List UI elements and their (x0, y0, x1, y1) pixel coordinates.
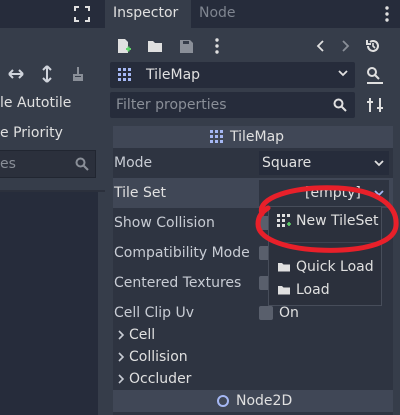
group-label: Collision (129, 349, 188, 365)
tile-set-value: [empty] (305, 185, 361, 201)
search-icon (333, 98, 347, 112)
object-selector-label: TileMap (146, 67, 201, 83)
open-folder-icon[interactable] (143, 32, 167, 60)
filter-properties-input[interactable] (110, 92, 330, 118)
property-name: Show Collision (114, 215, 215, 231)
section-title: TileMap (230, 129, 285, 145)
new-resource-icon[interactable] (111, 32, 135, 60)
maximize-icon[interactable] (72, 4, 92, 24)
eraser-icon[interactable] (68, 62, 88, 86)
tab-inspector[interactable]: Inspector (105, 0, 191, 28)
group-label: Cell (129, 327, 156, 343)
group-occluder[interactable]: Occluder (113, 368, 393, 390)
left-top-bar (0, 0, 105, 28)
chevron-down-icon (337, 62, 349, 88)
history-forward-icon[interactable] (333, 32, 357, 60)
menu-separator (277, 242, 375, 243)
object-selector[interactable]: TileMap (110, 62, 355, 88)
scene-editor-panel: le Autotile e Priority es (0, 0, 105, 415)
more-options-icon[interactable] (382, 4, 392, 24)
inspector-toolbar (105, 32, 400, 60)
section-title: Node2D (236, 393, 293, 409)
search-icon (75, 157, 89, 171)
tile-search-field[interactable]: es (0, 150, 96, 178)
mode-dropdown[interactable]: Square (259, 151, 389, 175)
tile-search-placeholder: es (0, 156, 16, 172)
autotile-option[interactable]: le Autotile (0, 89, 105, 117)
node2d-icon (217, 395, 229, 407)
tab-node[interactable]: Node (191, 0, 241, 28)
dock-tabbar: Inspector Node (105, 0, 400, 28)
tileset-resource-menu: New TileSet Quick Load Load (268, 206, 382, 306)
folder-icon (278, 286, 290, 295)
property-name: Tile Set (114, 185, 166, 201)
menu-item-load[interactable]: Load (269, 279, 381, 301)
group-collision[interactable]: Collision (113, 346, 393, 368)
group-label: Occluder (129, 371, 192, 387)
menu-item-new-tileset[interactable]: New TileSet (269, 210, 381, 232)
property-name: Mode (114, 155, 153, 171)
menu-item-label: Load (296, 282, 330, 298)
tile-editor-toolbar (0, 62, 105, 86)
group-cell[interactable]: Cell (113, 324, 393, 346)
tools-icon[interactable] (365, 94, 385, 116)
class-docs-icon[interactable] (363, 64, 387, 86)
property-name: Compatibility Mode (114, 245, 250, 261)
property-mode: Mode Square (113, 148, 393, 178)
section-header-tilemap: TileMap (113, 126, 393, 148)
folder-icon (278, 263, 290, 272)
mode-value: Square (262, 155, 312, 171)
property-tile-set: Tile Set [empty] (113, 178, 393, 208)
tilemap-icon (210, 130, 223, 143)
tileset-icon (277, 214, 291, 227)
menu-item-label: Quick Load (296, 259, 374, 275)
tile-set-resource-picker[interactable]: [empty] (259, 180, 389, 206)
resource-menu-icon[interactable] (205, 32, 229, 60)
checkbox[interactable] (259, 306, 273, 320)
history-back-icon[interactable] (309, 32, 333, 60)
menu-item-quick-load[interactable]: Quick Load (269, 256, 381, 278)
property-name: Centered Textures (114, 275, 242, 291)
history-icon[interactable] (361, 32, 385, 60)
save-icon[interactable] (174, 32, 198, 60)
move-vertical-icon[interactable] (37, 62, 57, 86)
section-header-node2d: Node2D (113, 390, 393, 412)
priority-option[interactable]: e Priority (0, 119, 105, 147)
tile-list[interactable] (0, 192, 98, 415)
filter-properties-field (110, 92, 355, 118)
tilemap-icon (118, 68, 131, 81)
menu-item-label: New TileSet (296, 213, 379, 229)
move-horizontal-icon[interactable] (6, 62, 26, 86)
